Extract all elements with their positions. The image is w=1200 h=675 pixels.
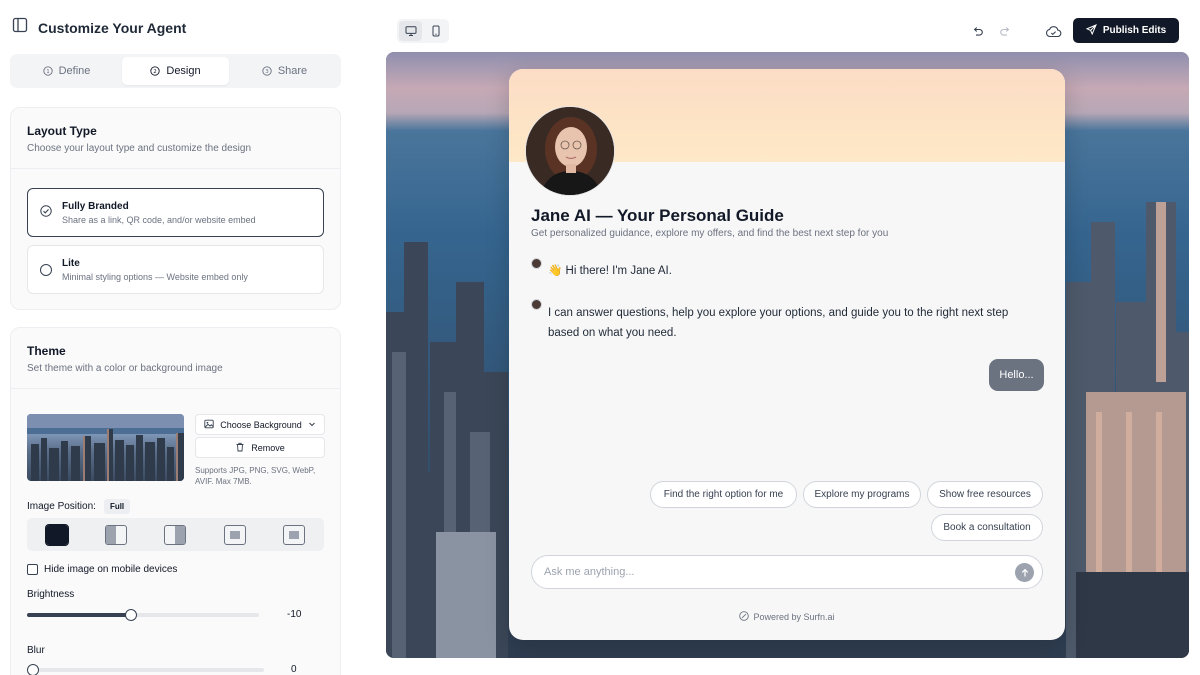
suggestion-chip[interactable]: Find the right option for me	[650, 481, 797, 508]
image-position-selector	[27, 518, 324, 551]
blur-value: 0	[291, 664, 297, 675]
theme-subtitle: Set theme with a color or background ima…	[27, 363, 223, 374]
svg-text:2: 2	[154, 69, 158, 75]
theme-card: Theme Set theme with a color or backgrou…	[10, 327, 341, 675]
arrow-up-icon	[1021, 568, 1028, 576]
device-toggle	[397, 19, 449, 43]
sidebar-toggle-icon[interactable]	[12, 17, 28, 38]
suggestion-chip[interactable]: Explore my programs	[803, 481, 921, 508]
brightness-slider[interactable]	[27, 609, 259, 621]
trash-icon	[235, 442, 245, 454]
chat-input[interactable]: Ask me anything...	[531, 555, 1043, 589]
brightness-label: Brightness	[27, 589, 75, 600]
avatar	[525, 106, 615, 196]
choose-background-label: Choose Background	[220, 419, 302, 430]
option-desc: Share as a link, QR code, and/or website…	[62, 214, 256, 225]
hide-mobile-label: Hide image on mobile devices	[44, 564, 178, 575]
chevron-down-icon	[308, 420, 316, 430]
send-icon	[1085, 23, 1097, 38]
position-center-icon[interactable]	[223, 524, 246, 545]
position-right-icon[interactable]	[164, 524, 187, 545]
chat-widget: Jane AI — Your Personal Guide Get person…	[509, 69, 1065, 640]
background-thumbnail	[27, 414, 184, 481]
desktop-view-button[interactable]	[399, 21, 422, 41]
send-button[interactable]	[1015, 563, 1034, 582]
theme-header: Theme Set theme with a color or backgrou…	[11, 328, 340, 389]
agent-preview: Jane AI — Your Personal Guide Get person…	[386, 52, 1189, 658]
tab-share[interactable]: 3 Share	[231, 57, 338, 85]
svg-text:1: 1	[46, 69, 50, 75]
check-circle-icon	[40, 204, 52, 222]
tab-define[interactable]: 1 Define	[13, 57, 120, 85]
agent-message: 👋 Hi there! I'm Jane AI.	[548, 265, 672, 277]
agent-message: I can answer questions, help you explore…	[548, 307, 1009, 339]
radio-icon	[40, 263, 52, 276]
cloud-save-button[interactable]	[1043, 22, 1063, 40]
brightness-handle[interactable]	[125, 609, 137, 621]
suggestion-chip[interactable]: Show free resources	[927, 481, 1043, 508]
undo-button[interactable]	[968, 22, 986, 40]
publish-edits-button[interactable]: Publish Edits	[1073, 18, 1179, 43]
redo-icon	[999, 26, 1009, 36]
monitor-icon	[405, 26, 416, 36]
theme-title: Theme	[27, 344, 66, 358]
remove-background-button[interactable]: Remove	[195, 437, 325, 458]
step-three-icon: 3	[262, 66, 272, 76]
powered-by: Powered by Surfn.ai	[509, 611, 1065, 623]
tab-define-label: Define	[58, 65, 91, 77]
layout-type-subtitle: Choose your layout type and customize th…	[27, 143, 252, 154]
phone-icon	[432, 25, 439, 37]
hide-mobile-checkbox[interactable]	[27, 564, 38, 575]
powered-by-label: Powered by Surfn.ai	[753, 612, 835, 622]
layout-type-card: Layout Type Choose your layout type and …	[10, 107, 341, 310]
brightness-value: -10	[287, 609, 302, 620]
layout-option-lite[interactable]: Lite Minimal styling options — Website e…	[27, 245, 324, 294]
blur-handle[interactable]	[27, 664, 39, 675]
option-title: Fully Branded	[62, 200, 129, 212]
remove-label: Remove	[251, 442, 285, 453]
agent-mini-avatar	[531, 299, 542, 310]
surfn-logo-icon	[739, 611, 750, 623]
publish-label: Publish Edits	[1102, 25, 1167, 36]
image-position-label: Image Position:	[27, 501, 96, 512]
step-one-icon: 1	[42, 66, 53, 76]
position-contain-icon[interactable]	[283, 524, 306, 545]
cloud-check-icon	[1045, 25, 1061, 37]
chat-input-placeholder: Ask me anything...	[544, 566, 635, 578]
upload-hint: Supports JPG, PNG, SVG, WebP, AVIF. Max …	[195, 466, 316, 486]
tab-design-label: Design	[166, 65, 201, 77]
image-icon	[204, 419, 214, 431]
tab-share-label: Share	[277, 65, 308, 77]
svg-text:3: 3	[265, 69, 269, 75]
image-position-value: Full	[103, 499, 131, 514]
agent-name: Jane AI — Your Personal Guide	[531, 206, 784, 225]
option-title: Lite	[62, 257, 80, 269]
brightness-fill	[27, 613, 131, 617]
position-full-icon[interactable]	[44, 523, 69, 546]
image-position-row: Image Position: Full	[27, 499, 131, 514]
user-message: Hello...	[989, 359, 1044, 391]
agent-mini-avatar	[531, 258, 542, 269]
page-title: Customize Your Agent	[38, 19, 187, 36]
hide-mobile-row[interactable]: Hide image on mobile devices	[27, 564, 177, 575]
redo-button[interactable]	[996, 22, 1014, 40]
option-desc: Minimal styling options — Website embed …	[62, 271, 248, 282]
tab-bar: 1 Define 2 Design 3 Share	[10, 54, 341, 88]
mobile-view-button[interactable]	[424, 21, 447, 41]
blur-slider[interactable]	[27, 664, 264, 675]
suggestion-chip[interactable]: Book a consultation	[931, 514, 1043, 541]
undo-icon	[973, 26, 983, 36]
agent-subtitle: Get personalized guidance, explore my of…	[531, 228, 889, 239]
settings-panel: Customize Your Agent 1 Define 2 Design 3…	[0, 0, 352, 675]
layout-option-fully-branded[interactable]: Fully Branded Share as a link, QR code, …	[27, 188, 324, 237]
tab-design[interactable]: 2 Design	[122, 57, 229, 85]
choose-background-button[interactable]: Choose Background	[195, 414, 325, 435]
app-header: Customize Your Agent	[12, 17, 186, 38]
layout-type-header: Layout Type Choose your layout type and …	[11, 108, 340, 169]
layout-type-title: Layout Type	[27, 124, 97, 138]
step-two-icon: 2	[150, 66, 161, 76]
blur-label: Blur	[27, 645, 45, 656]
position-left-icon[interactable]	[105, 524, 128, 545]
